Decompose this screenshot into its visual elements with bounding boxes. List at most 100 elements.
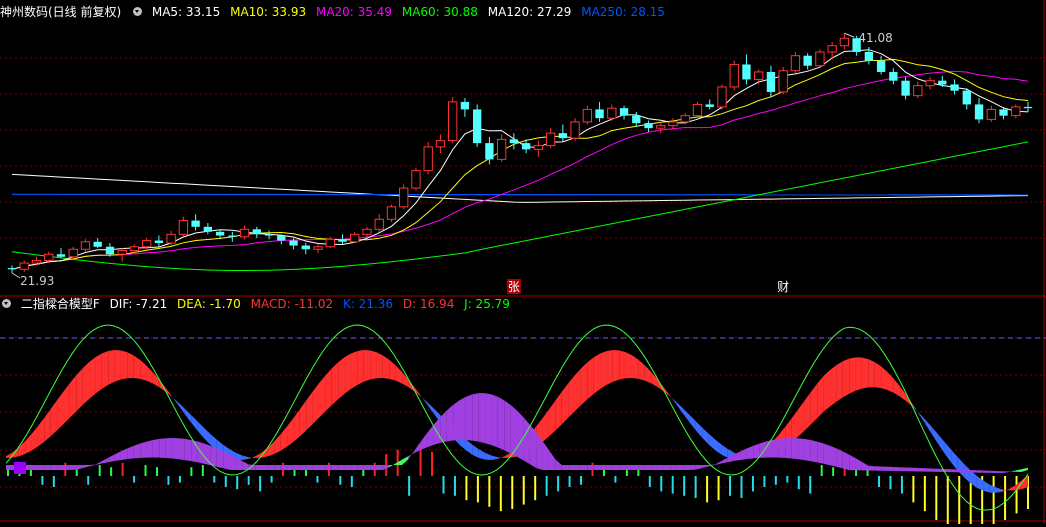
high-price-label: 41.08	[858, 31, 892, 45]
lower-ribbon	[676, 465, 684, 470]
lower-ribbon	[561, 465, 569, 470]
candle-body	[44, 253, 54, 262]
upper-ribbon	[861, 357, 869, 389]
upper-ribbon	[1008, 485, 1016, 491]
upper-ribbon	[395, 365, 403, 384]
lower-ribbon	[255, 465, 262, 470]
lower-ribbon	[683, 465, 690, 470]
upper-ribbon	[600, 351, 607, 390]
lower-ribbon	[919, 467, 926, 472]
candle-body	[742, 64, 751, 80]
lower-ribbon	[248, 464, 256, 470]
lower-ribbon	[172, 438, 179, 460]
lower-ribbon	[242, 461, 249, 470]
lower-ribbon	[932, 468, 939, 472]
upper-ribbon	[25, 434, 32, 454]
lower-ribbon	[734, 451, 741, 461]
candle-body	[289, 240, 298, 246]
candle-body	[889, 71, 898, 81]
upper-ribbon	[631, 355, 639, 379]
candle-body	[338, 239, 347, 242]
lower-ribbon	[44, 465, 51, 470]
upper-ribbon	[606, 350, 613, 386]
candle-body	[632, 115, 641, 124]
dropdown-circle-icon[interactable]	[2, 299, 11, 308]
candle-body	[938, 80, 947, 85]
upper-ribbon	[306, 391, 313, 431]
upper-ribbon	[587, 357, 594, 400]
lower-ribbon	[165, 438, 173, 459]
upper-ribbon	[491, 455, 498, 460]
candle-body	[19, 262, 29, 270]
candle-body	[485, 143, 494, 160]
lower-ribbon	[216, 448, 224, 469]
lower-ribbon	[57, 465, 64, 470]
lower-ribbon	[983, 470, 990, 473]
candle-body	[570, 121, 580, 139]
lower-ribbon	[287, 465, 294, 470]
stock-chart: 41.08 21.93 张 财 神州数码(日线 前复权) MA5: 33.15 MA1…	[0, 0, 1046, 527]
lower-ribbon	[63, 465, 70, 470]
candle-body	[252, 229, 261, 235]
candle-body	[239, 228, 250, 238]
upper-ribbon	[829, 365, 837, 407]
candle-body	[154, 240, 164, 244]
lower-ribbon	[517, 410, 524, 461]
lower-ribbon	[1008, 470, 1016, 473]
lower-ribbon	[1015, 469, 1022, 472]
candle-body	[950, 84, 959, 91]
upper-ribbon	[363, 350, 371, 382]
candle-body	[827, 45, 837, 53]
stock-title: 神州数码(日线 前复权)	[0, 5, 122, 19]
lower-ribbon	[721, 457, 728, 464]
lower-ribbon	[593, 465, 601, 470]
upper-ribbon	[318, 375, 326, 418]
upper-ribbon	[312, 383, 319, 425]
lower-ribbon	[331, 465, 339, 470]
upper-ribbon	[925, 420, 933, 435]
ma5-label: MA5: 33.15	[151, 5, 221, 19]
candle-body	[313, 246, 323, 250]
upper-ribbon	[951, 449, 958, 471]
upper-ribbon	[472, 444, 479, 458]
lower-ribbon	[913, 467, 920, 472]
candle-body	[803, 55, 812, 66]
lower-ribbon	[459, 396, 466, 441]
lower-ribbon	[210, 445, 217, 467]
lower-ribbon	[31, 465, 38, 470]
lower-ribbon	[746, 445, 754, 460]
lower-ribbon	[657, 465, 664, 470]
upper-ribbon	[280, 426, 288, 451]
high-pointer	[844, 32, 855, 38]
upper-ribbon	[702, 427, 709, 445]
upper-ribbon	[798, 400, 805, 437]
upper-ribbon	[893, 378, 901, 397]
candle-body	[129, 246, 140, 252]
lower-ribbon	[108, 454, 115, 463]
candle-body	[705, 104, 714, 107]
upper-ribbon	[89, 357, 96, 400]
upper-ribbon	[644, 365, 652, 384]
candle-body	[582, 108, 592, 123]
lower-ribbon	[1002, 471, 1009, 474]
upper-ribbon	[817, 375, 824, 419]
upper-ribbon	[344, 353, 351, 394]
candle-body	[558, 133, 568, 139]
lower-ribbon	[293, 465, 300, 470]
lower-ribbon	[89, 464, 96, 467]
lower-ribbon	[893, 466, 901, 472]
lower-ribbon	[440, 410, 447, 443]
dropdown-circle-icon[interactable]	[133, 7, 143, 16]
lower-ribbon	[350, 465, 358, 470]
lower-ribbon	[868, 465, 875, 471]
ma20-label: MA20: 35.49	[315, 5, 393, 19]
upper-ribbon	[357, 350, 364, 385]
upper-ribbon	[146, 365, 153, 384]
lower-ribbon	[568, 465, 575, 470]
candle-body	[692, 103, 703, 117]
lower-ribbon	[299, 465, 307, 470]
upper-ribbon	[133, 355, 141, 379]
lower-ribbon	[548, 450, 556, 470]
upper-ribbon	[804, 392, 811, 431]
price-panel-header: 神州数码(日线 前复权) MA5: 33.15 MA10: 33.93 MA20…	[0, 3, 671, 21]
